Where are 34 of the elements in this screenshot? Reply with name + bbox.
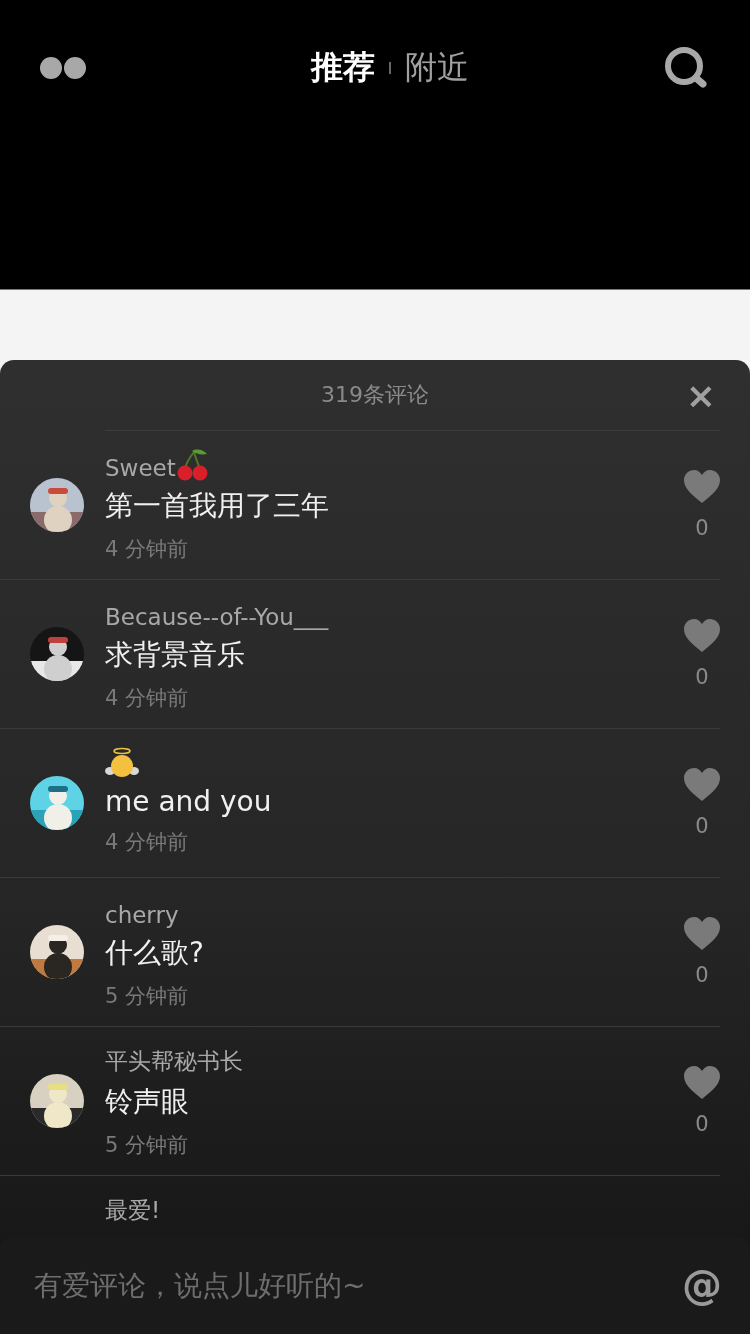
heart-icon[interactable] xyxy=(683,470,721,504)
comment-text: me and you xyxy=(105,785,273,818)
tab[interactable]: 附近 xyxy=(405,46,469,90)
user-name[interactable]: Because--of--You___ xyxy=(105,604,329,630)
user-name[interactable]: cherry xyxy=(105,902,179,928)
like-count: 0 xyxy=(695,1112,709,1136)
cherry-icon xyxy=(175,449,210,481)
tab[interactable]: 推荐 xyxy=(311,46,375,90)
heart-icon[interactable] xyxy=(683,768,721,802)
comment-time: 4 分钟前 xyxy=(105,685,190,712)
comment-text: 求背景音乐 xyxy=(105,637,246,673)
comment-count: 319条评论 xyxy=(321,381,429,409)
heart-icon[interactable] xyxy=(683,1066,721,1100)
like-count: 0 xyxy=(695,963,709,987)
user-name[interactable]: 平头帮秘书长 xyxy=(105,1046,243,1077)
close-button[interactable]: × xyxy=(685,378,716,414)
mention-button[interactable]: @ xyxy=(682,1262,722,1308)
comment-time: 4 分钟前 xyxy=(105,829,190,856)
angel-icon xyxy=(105,747,139,779)
heart-icon[interactable] xyxy=(683,917,721,951)
menu-icon[interactable] xyxy=(40,57,86,79)
comment-time: 5 分钟前 xyxy=(105,1132,190,1159)
comment-text: 第一首我用了三年 xyxy=(105,488,330,524)
like-count: 0 xyxy=(695,516,709,540)
like-count: 0 xyxy=(695,814,709,838)
comment-text: 什么歌? xyxy=(105,935,205,971)
search-icon[interactable] xyxy=(664,46,708,90)
like-count: 0 xyxy=(695,665,709,689)
user-name[interactable]: 最爱! xyxy=(105,1195,161,1226)
heart-icon[interactable] xyxy=(683,619,721,653)
comment-text: 铃声眼 xyxy=(105,1084,190,1120)
comment-time: 4 分钟前 xyxy=(105,536,190,563)
comment-time: 5 分钟前 xyxy=(105,983,190,1010)
user-name[interactable]: Sweet xyxy=(105,455,176,481)
